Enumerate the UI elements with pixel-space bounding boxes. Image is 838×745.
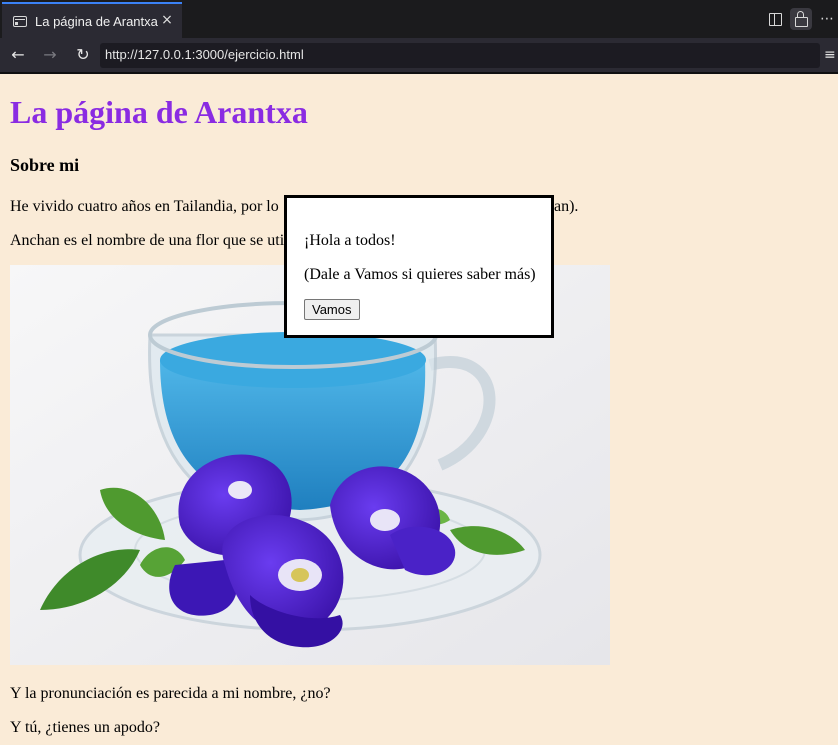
browser-tab[interactable]: La página de Arantxa × xyxy=(2,2,182,38)
lock-icon xyxy=(794,11,808,27)
split-view-icon xyxy=(768,12,782,26)
dialog-greeting: ¡Hola a todos! xyxy=(304,232,396,249)
browser-nav-bar: ← → ↻ http://127.0.0.1:3000/ejercicio.ht… xyxy=(0,38,838,74)
hamburger-menu-icon[interactable]: ≡ xyxy=(824,43,838,67)
reload-icon[interactable]: ↻ xyxy=(71,43,95,67)
page-icon xyxy=(13,15,27,27)
dialog-instruction: (Dale a Vamos si quieres saber más) xyxy=(304,266,536,283)
page-title: La página de Arantxa xyxy=(10,94,308,130)
paragraph-apodo: Y tú, ¿tienes un apodo? xyxy=(10,719,161,736)
paragraph-anchan: Anchan es el nombre de una flor que se u… xyxy=(10,232,285,249)
lock-button[interactable] xyxy=(790,8,812,30)
back-arrow-icon[interactable]: ← xyxy=(6,43,30,67)
section-heading: Sobre mi xyxy=(10,155,80,175)
paragraph-tailandia: He vivido cuatro años en Tailandia, por … xyxy=(10,198,578,216)
browser-tab-bar: La página de Arantxa × ⋯ xyxy=(0,0,838,38)
close-tab-icon[interactable]: × xyxy=(158,11,176,29)
vamos-button[interactable]: Vamos xyxy=(304,299,360,320)
split-view-button[interactable] xyxy=(764,8,786,30)
tab-bar-controls: ⋯ xyxy=(760,8,838,30)
address-bar[interactable]: http://127.0.0.1:3000/ejercicio.html xyxy=(100,43,820,68)
page-content: La página de Arantxa Sobre mi He vivido … xyxy=(0,74,838,745)
paragraph-tailandia-start: He vivido cuatro años en Tailandia, por … xyxy=(10,198,279,215)
overflow-menu-icon[interactable]: ⋯ xyxy=(816,8,838,30)
greeting-dialog: ¡Hola a todos! (Dale a Vamos si quieres … xyxy=(284,195,554,338)
tab-title: La página de Arantxa xyxy=(35,13,158,29)
url-text[interactable]: http://127.0.0.1:3000/ejercicio.html xyxy=(105,47,304,62)
paragraph-pronunciacion: Y la pronunciación es parecida a mi nomb… xyxy=(10,685,331,702)
forward-arrow-icon[interactable]: → xyxy=(38,43,62,67)
